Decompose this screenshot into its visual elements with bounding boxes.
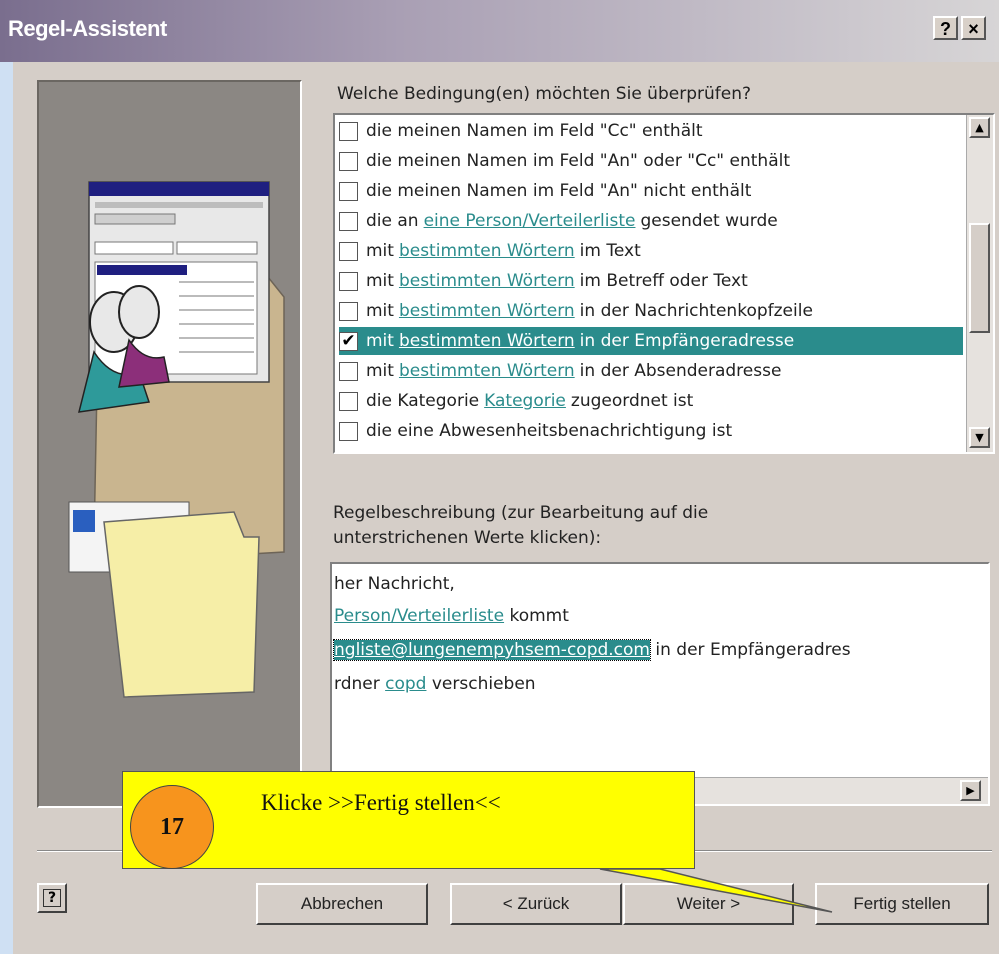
callout-text: Klicke >>Fertig stellen<<: [261, 790, 501, 815]
step-number-badge: 17: [130, 785, 214, 869]
